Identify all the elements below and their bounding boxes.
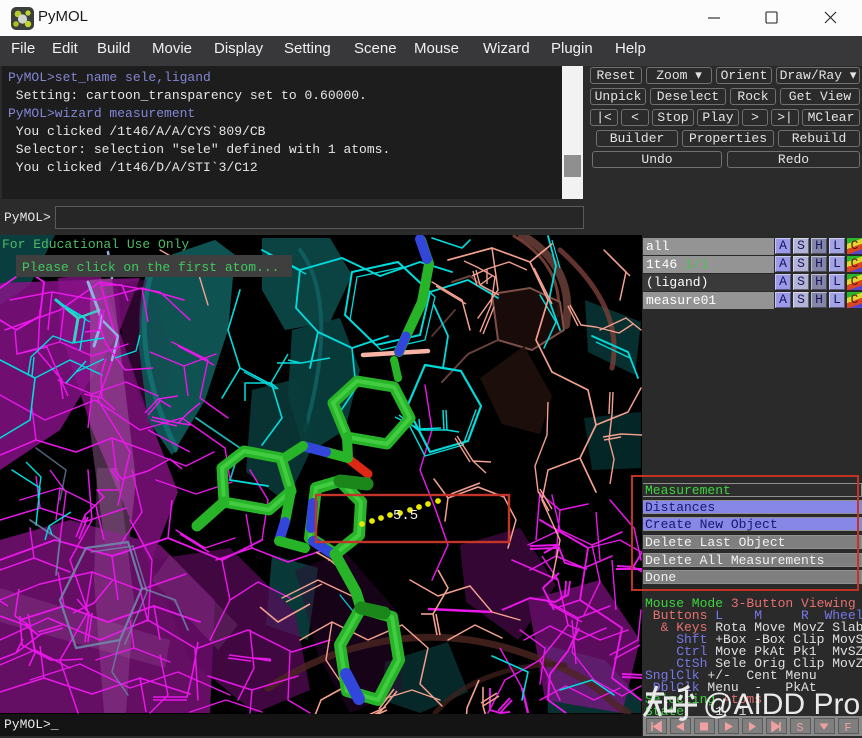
svg-text:Please click on the first atom: Please click on the first atom... (22, 260, 279, 275)
svg-text:5.5: 5.5 (393, 508, 418, 524)
svg-text:@AIDD Pro: @AIDD Pro (703, 688, 860, 721)
svg-text:For Educational Use Only: For Educational Use Only (2, 237, 189, 252)
